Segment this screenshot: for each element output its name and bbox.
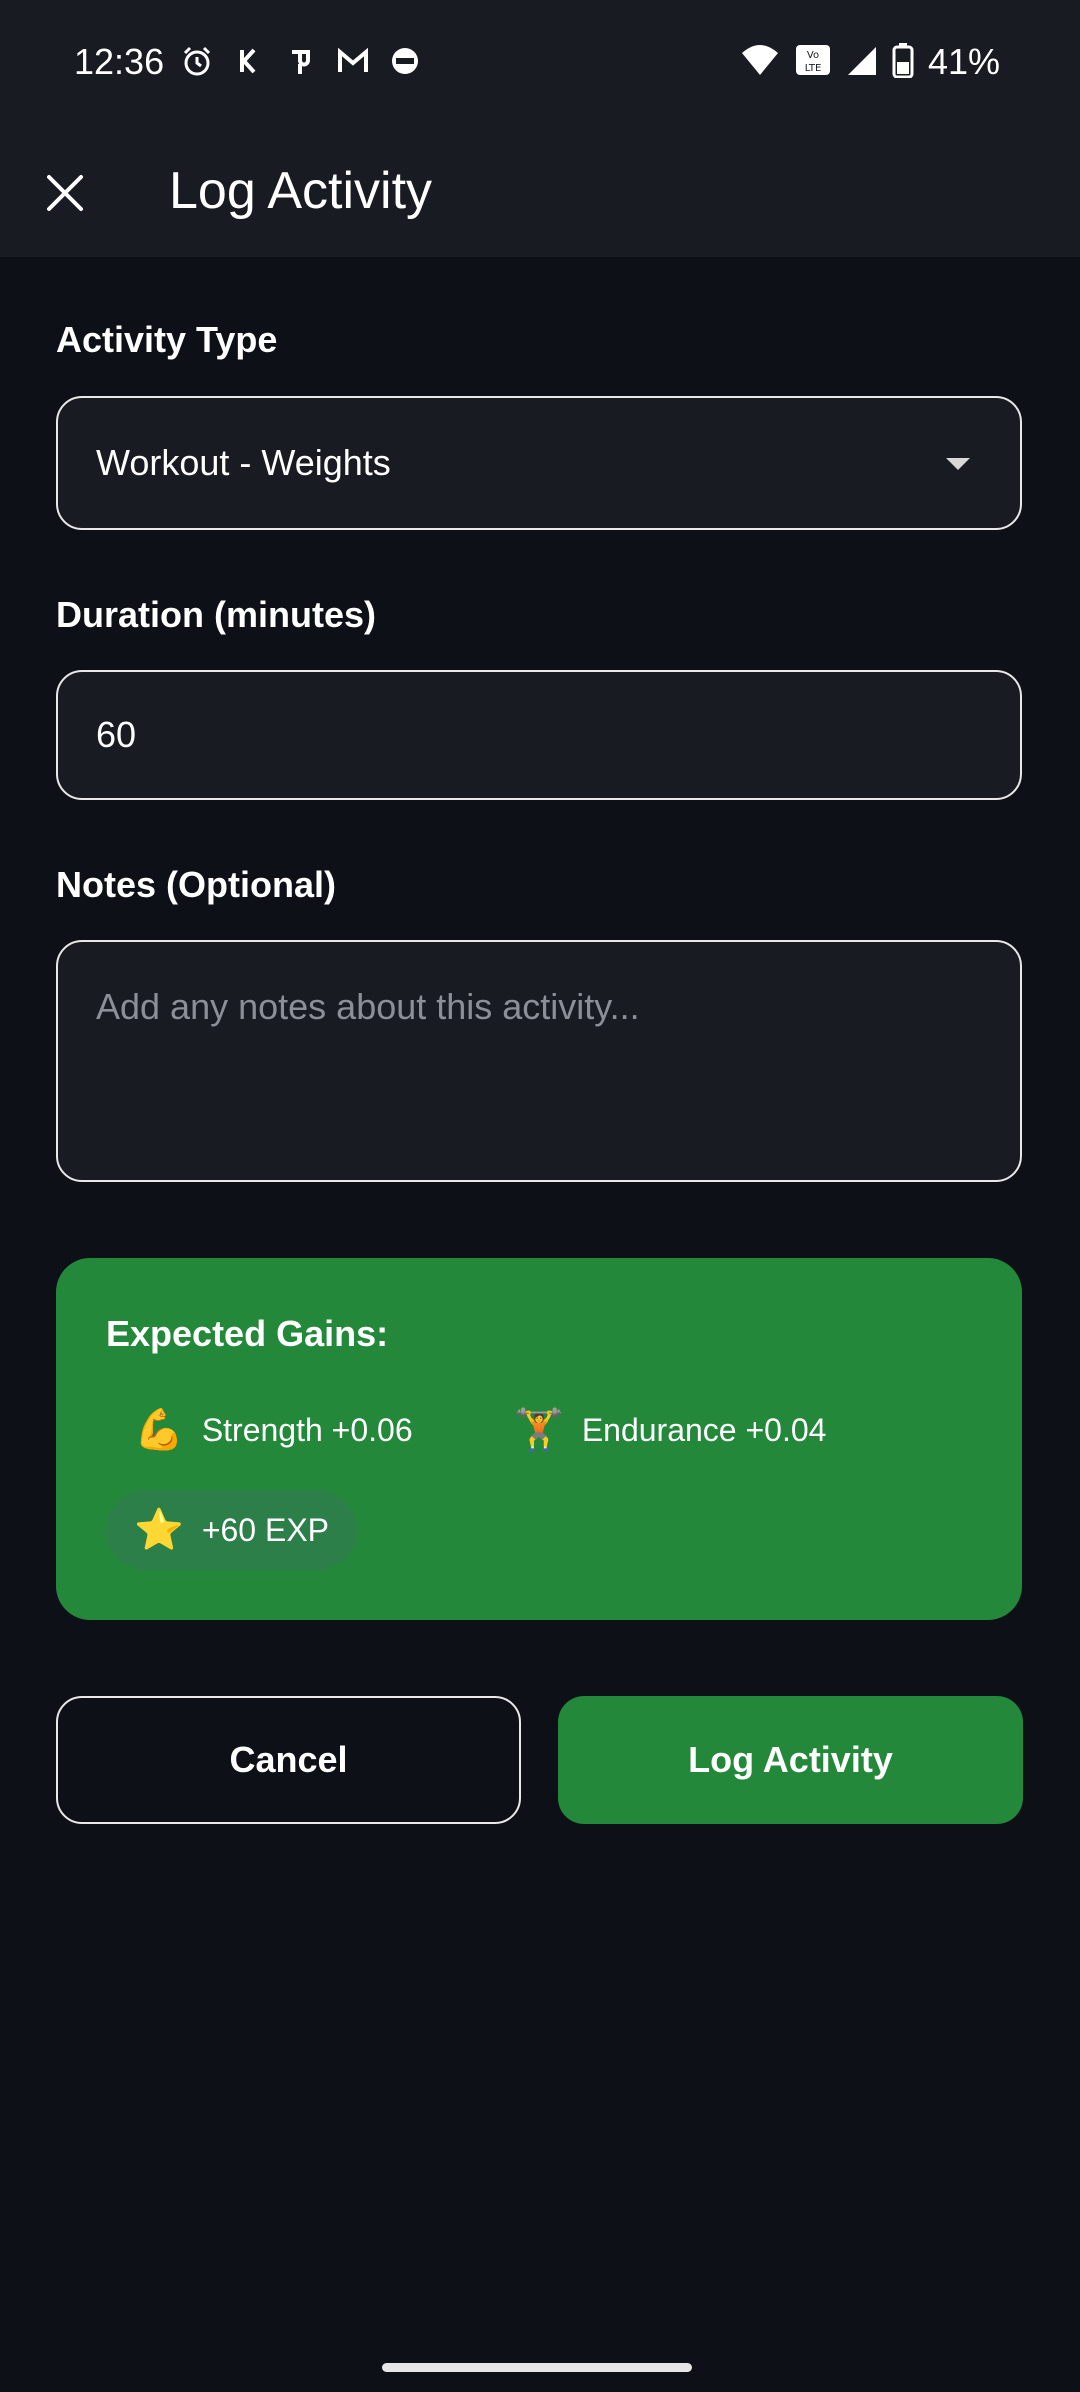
endurance-gain-label: Endurance +0.04 [581, 1411, 827, 1448]
volte-icon: Vo LTE [794, 43, 832, 82]
expected-gains-title: Expected Gains: [106, 1313, 389, 1354]
battery-percentage: 41% [927, 41, 1000, 82]
notes-label: Notes (Optional) [56, 864, 336, 905]
close-icon [47, 175, 83, 211]
log-activity-button[interactable]: Log Activity [558, 1696, 1023, 1824]
cancel-button[interactable]: Cancel [56, 1696, 521, 1824]
wifi-icon [740, 43, 780, 82]
notification-icon [388, 44, 422, 78]
notes-field[interactable]: Add any notes about this activity... [56, 940, 1022, 1182]
activity-type-label: Activity Type [56, 319, 278, 360]
app-bar: Log Activity [0, 126, 1080, 257]
app-icon-k [232, 44, 266, 78]
home-indicator[interactable] [382, 2363, 692, 2372]
system-icons: Vo LTE 41% [740, 40, 1000, 84]
exp-gain-label: +60 EXP [201, 1511, 330, 1548]
weightlifter-icon: 🏋 [514, 1407, 564, 1453]
activity-type-value: Workout - Weights [96, 442, 391, 483]
strength-gain-label: Strength +0.06 [201, 1411, 413, 1448]
app-icon-pe [284, 44, 318, 78]
gmail-icon [336, 44, 370, 78]
endurance-gain-chip: 🏋 Endurance +0.04 [486, 1390, 854, 1470]
battery-icon [892, 42, 914, 83]
close-button[interactable] [30, 158, 100, 228]
duration-value: 60 [96, 714, 137, 755]
status-time: 12:36 [74, 41, 165, 82]
svg-text:Vo: Vo [807, 50, 819, 61]
notes-placeholder: Add any notes about this activity... [96, 986, 640, 1027]
duration-label: Duration (minutes) [56, 594, 376, 635]
exp-gain-chip: ⭐ +60 EXP [106, 1490, 358, 1570]
activity-type-dropdown[interactable]: Workout - Weights [56, 396, 1022, 530]
dropdown-arrow-icon [946, 458, 970, 470]
page-title: Log Activity [169, 162, 433, 220]
alarm-icon [180, 44, 214, 78]
strength-gain-chip: 💪 Strength +0.06 [106, 1390, 441, 1470]
duration-field[interactable]: 60 [56, 670, 1022, 800]
star-icon: ⭐ [134, 1507, 184, 1553]
status-bar: 12:36 Vo LTE 41% [0, 0, 1080, 126]
expected-gains-card: Expected Gains: 💪 Strength +0.06 🏋 Endur… [56, 1258, 1022, 1620]
signal-icon [846, 43, 878, 82]
notification-icons [180, 44, 422, 78]
flexed-biceps-icon: 💪 [134, 1407, 184, 1453]
svg-text:LTE: LTE [805, 63, 822, 74]
